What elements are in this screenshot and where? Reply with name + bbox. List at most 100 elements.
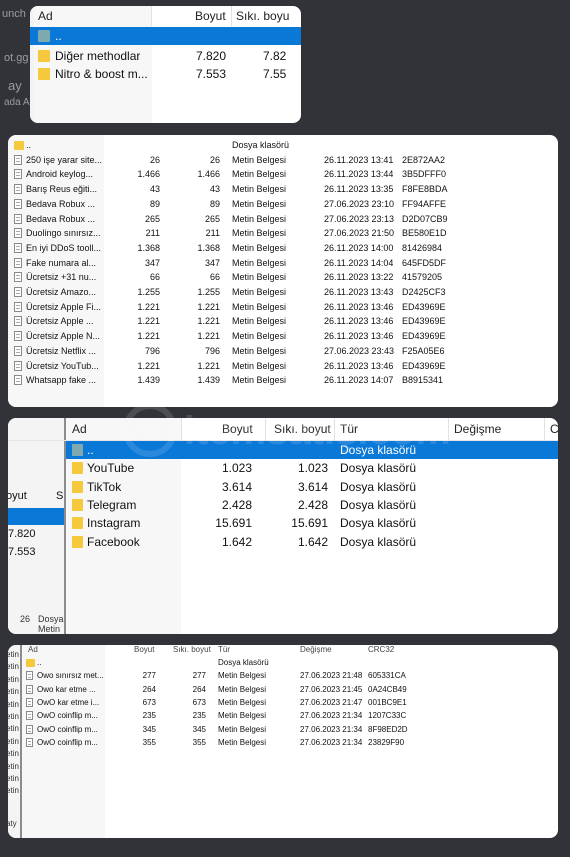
list-item[interactable]: .. Dosya klasörü	[8, 657, 558, 670]
item-modified: 26.11.2023 13:46	[324, 301, 394, 312]
list-item[interactable]: Whatsapp fake ... 1.439 1.439 Metin Belgesi…	[8, 374, 558, 388]
list-item[interactable]: Ücretsiz Amazo... 1.255 1.255 Metin Belgesi…	[8, 286, 558, 300]
item-size: 355	[142, 737, 156, 747]
header-name[interactable]: Ad	[38, 9, 53, 23]
text-file-icon	[14, 316, 22, 327]
list-item[interactable]: Ücretsiz Apple ... 1.221 1.221 Metin Belges…	[8, 315, 558, 329]
item-type: Metin Belgesi	[218, 737, 267, 747]
item-type: Dosya klasörü	[218, 658, 269, 667]
list-item[interactable]: TikTok 3.614 3.614 Dosya klasörü	[8, 478, 558, 496]
archive-panel-methods: .. Dosya klasörü 250 işe yarar site... 26 26…	[8, 135, 558, 407]
item-modified: 27.06.2023 23:13	[324, 213, 395, 224]
item-name: Ücretsiz Netflix ...	[26, 345, 97, 356]
list-item[interactable]: Duolingo sınırsız... 211 211 Metin Belgesi 2…	[8, 227, 558, 241]
header-type[interactable]: Tür	[218, 645, 230, 654]
item-name: OwO kar etme i...	[37, 697, 100, 707]
list-item[interactable]: Ücretsiz Apple N... 1.221 1.221 Metin Belge…	[8, 330, 558, 344]
list-item[interactable]: OwO coinflip m... 345 345 Metin Belgesi 27.0…	[8, 724, 558, 737]
list-item[interactable]: Ücretsiz YouTub... 1.221 1.221 Metin Belges…	[8, 360, 558, 374]
item-modified: 26.11.2023 13:46	[324, 360, 394, 371]
item-type: Dosya klasörü	[340, 479, 417, 494]
item-crc: 0A24CB49	[368, 684, 407, 694]
item-name: Facebook	[87, 534, 140, 549]
item-type: Metin Belgesi	[232, 242, 287, 253]
header-modified[interactable]: Değişme	[300, 645, 332, 654]
item-packed: 1.255	[197, 287, 220, 297]
list-item[interactable]: Bedava Robux ... 265 265 Metin Belgesi 27.06…	[8, 213, 558, 227]
item-name: Ücretsiz Apple ...	[26, 316, 94, 327]
item-type: Metin Belgesi	[232, 228, 287, 239]
item-size: 2.428	[221, 497, 252, 512]
text-file-icon	[14, 331, 22, 342]
list-item[interactable]: Nitro & boost m... 7.553 7.55	[30, 65, 301, 83]
item-type: Metin Belgesi	[218, 697, 267, 707]
item-crc: ED43969E	[402, 316, 446, 327]
header-size[interactable]: Boyut	[195, 9, 226, 23]
watermark-text: itemsatış.com	[184, 409, 451, 453]
header-name[interactable]: Ad	[72, 422, 87, 436]
item-crc: 23829F90	[368, 737, 405, 747]
list-item[interactable]: Bedava Robux ... 89 89 Metin Belgesi 27.06.2…	[8, 198, 558, 212]
list-item[interactable]: OwO coinflip m... 355 355 Metin Belgesi 27.0…	[8, 737, 558, 750]
item-type: Metin Belgesi	[218, 671, 267, 681]
item-name: Barış Reus eğiti...	[26, 184, 98, 195]
folder-icon	[72, 462, 83, 475]
list-item[interactable]: Facebook 1.642 1.642 Dosya klasörü	[8, 533, 558, 551]
text-file-icon	[26, 724, 33, 734]
list-item[interactable]: OwO kar etme i... 673 673 Metin Belgesi 27.0…	[8, 697, 558, 710]
list-item[interactable]: En iyi DDoS tooll... 1.368 1.368 Metin Belg…	[8, 242, 558, 256]
list-item[interactable]: Ücretsiz Netflix ... 796 796 Metin Belgesi 2…	[8, 345, 558, 359]
text-file-icon	[14, 360, 22, 371]
item-name: En iyi DDoS tooll...	[26, 242, 102, 253]
item-name: Ücretsiz Amazo...	[26, 287, 97, 297]
list-item[interactable]: OwO coinflip m... 235 235 Metin Belgesi 27.0…	[8, 710, 558, 723]
list-item[interactable]: Ücretsiz Apple Fi... 1.221 1.221 Metin Belg…	[8, 301, 558, 315]
text-file-icon	[14, 169, 22, 180]
list-item[interactable]: Owo kar etme ... 264 264 Metin Belgesi 27.06…	[8, 684, 558, 697]
header-size[interactable]: Boyut	[134, 645, 154, 654]
header-name[interactable]: Ad	[28, 645, 38, 654]
list-item[interactable]: Diğer methodlar 7.820 7.82	[30, 47, 301, 65]
list-item[interactable]: Owo sınırsız met... 277 277 Metin Belgesi 27…	[8, 670, 558, 683]
item-modified: 27.06.2023 23:43	[324, 345, 395, 356]
item-size: 1.368	[137, 242, 160, 253]
header-crc[interactable]: C	[550, 422, 558, 436]
item-modified: 27.06.2023 21:47	[300, 697, 363, 707]
archive-panel-owo: etin etin etin etin etin etin etin etin etin etin…	[8, 645, 558, 838]
item-packed: 211	[205, 228, 220, 239]
item-modified: 26.11.2023 13:41	[324, 154, 394, 165]
list-item[interactable]: Android keylog... 1.466 1.466 Metin Belgesi…	[8, 168, 558, 182]
header-packed[interactable]: Sıkı. boyut	[173, 645, 211, 654]
item-size: 347	[144, 257, 160, 268]
list-item[interactable]: Fake numara al... 347 347 Metin Belgesi 26.1…	[8, 257, 558, 271]
item-crc: D2425CF3	[402, 287, 446, 297]
item-type: Dosya klasörü	[340, 497, 417, 512]
watermark-logo-icon: itemsatış.com	[123, 403, 451, 457]
item-modified: 27.06.2023 21:34	[300, 711, 363, 721]
list-item[interactable]: Ücretsiz +31 nu... 66 66 Metin Belgesi 26.11…	[8, 271, 558, 285]
header-crc[interactable]: CRC32	[368, 645, 394, 654]
list-item[interactable]: 250 işe yarar site... 26 26 Metin Belgesi 26…	[8, 154, 558, 168]
header-packed[interactable]: Sıkı. boyu	[236, 9, 289, 23]
item-type: Metin Belgesi	[232, 287, 287, 297]
item-size: 1.221	[137, 301, 160, 312]
list-item[interactable]: Telegram 2.428 2.428 Dosya klasörü	[8, 496, 558, 514]
list-item[interactable]: Instagram 15.691 15.691 Dosya klasörü	[8, 514, 558, 532]
item-type: Metin Belgesi	[218, 684, 267, 694]
list-item[interactable]: YouTube 1.023 1.023 Dosya klasörü	[8, 459, 558, 477]
list-item-up[interactable]: ..	[30, 27, 301, 45]
item-size: 1.023	[221, 461, 252, 476]
header-modified[interactable]: Değişme	[454, 422, 501, 436]
text-file-icon	[26, 737, 33, 747]
text-file-icon	[14, 301, 22, 312]
list-item[interactable]: Barış Reus eğiti... 43 43 Metin Belgesi 26.1…	[8, 183, 558, 197]
list-item[interactable]: .. Dosya klasörü	[8, 139, 558, 153]
item-type: Dosya klasörü	[232, 140, 290, 150]
text-file-icon	[26, 671, 33, 681]
item-size: 7.553	[195, 67, 226, 81]
item-crc: 3B5DFFF0	[402, 169, 447, 180]
item-packed: 7.82	[263, 49, 287, 63]
folder-icon	[72, 480, 83, 493]
item-modified: 26.11.2023 14:00	[324, 242, 394, 253]
item-packed: 264	[192, 684, 206, 694]
